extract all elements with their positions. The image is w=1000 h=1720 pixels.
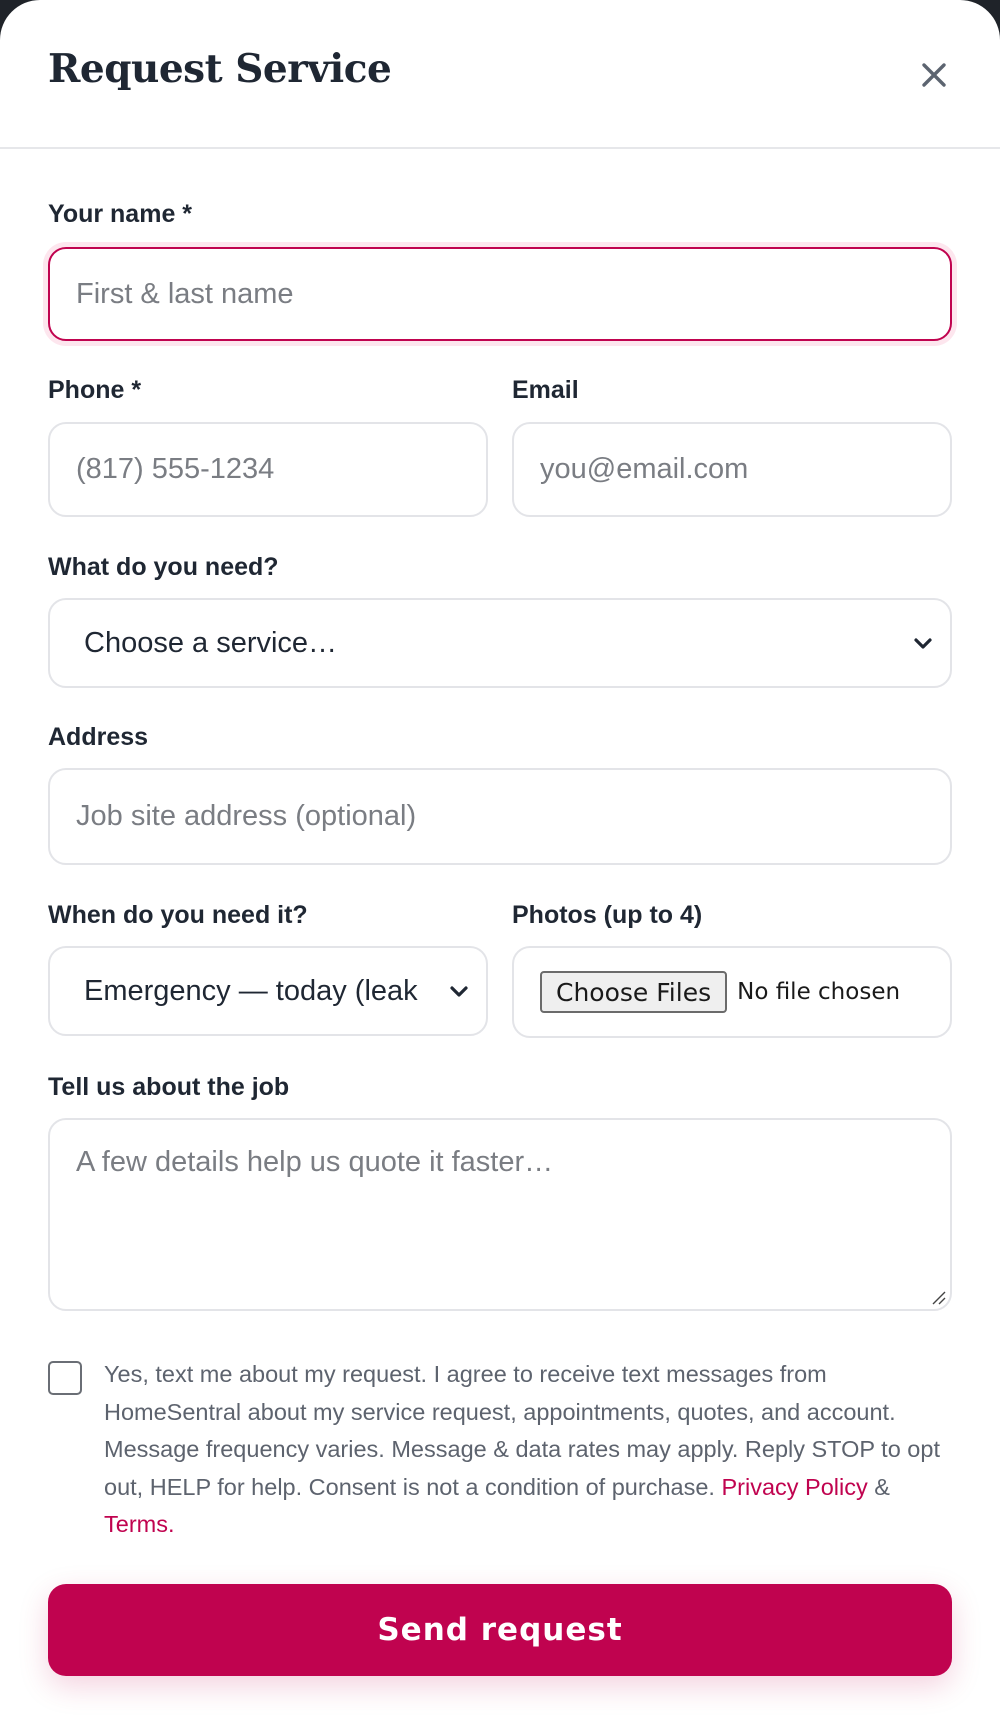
when-selected-value: Emergency — today (leak [84, 974, 418, 1007]
when-label: When do you need it? [48, 901, 308, 929]
privacy-policy-link[interactable]: Privacy Policy [721, 1474, 867, 1500]
chevron-down-icon [450, 986, 468, 997]
modal-header: Request Service [0, 0, 1000, 149]
phone-input[interactable]: (817) 555-1234 [48, 422, 488, 517]
phone-placeholder: (817) 555-1234 [76, 453, 275, 485]
file-status-text: No file chosen [737, 979, 901, 1005]
terms-period: . [167, 1511, 175, 1537]
name-label: Your name * [48, 200, 193, 228]
resize-handle-icon[interactable] [930, 1289, 946, 1305]
send-request-button[interactable]: Send request [48, 1584, 952, 1676]
email-input[interactable]: you@email.com [512, 422, 952, 517]
when-select[interactable]: Emergency — today (leak [48, 946, 488, 1036]
address-label: Address [48, 723, 149, 751]
details-textarea[interactable]: A few details help us quote it faster… [48, 1118, 952, 1311]
consent-amp: & [874, 1473, 890, 1500]
request-service-modal: Request Service Your name * First & last… [0, 0, 1000, 1720]
close-button[interactable] [905, 46, 963, 104]
name-placeholder: First & last name [76, 277, 294, 310]
phone-label: Phone * [48, 376, 142, 404]
close-icon [922, 63, 946, 87]
service-select[interactable]: Choose a service… [48, 598, 952, 688]
chevron-down-icon [914, 638, 932, 649]
modal-title: Request Service [48, 46, 392, 92]
name-input[interactable]: First & last name [48, 247, 952, 341]
address-placeholder: Job site address (optional) [76, 800, 417, 832]
terms-link[interactable]: Terms [104, 1511, 168, 1537]
choose-files-button[interactable]: Choose Files [540, 971, 728, 1013]
email-label: Email [512, 376, 579, 404]
sms-consent-text: Yes, text me about my request. I agree t… [104, 1356, 954, 1544]
sms-consent-checkbox[interactable] [48, 1361, 82, 1395]
photos-input: Choose Files No file chosen [512, 946, 952, 1038]
email-placeholder: you@email.com [540, 453, 749, 485]
service-selected-value: Choose a service… [84, 626, 338, 659]
service-label: What do you need? [48, 553, 279, 581]
address-input[interactable]: Job site address (optional) [48, 768, 952, 865]
details-placeholder: A few details help us quote it faster… [76, 1146, 554, 1178]
photos-label: Photos (up to 4) [512, 901, 703, 929]
details-label: Tell us about the job [48, 1073, 290, 1101]
